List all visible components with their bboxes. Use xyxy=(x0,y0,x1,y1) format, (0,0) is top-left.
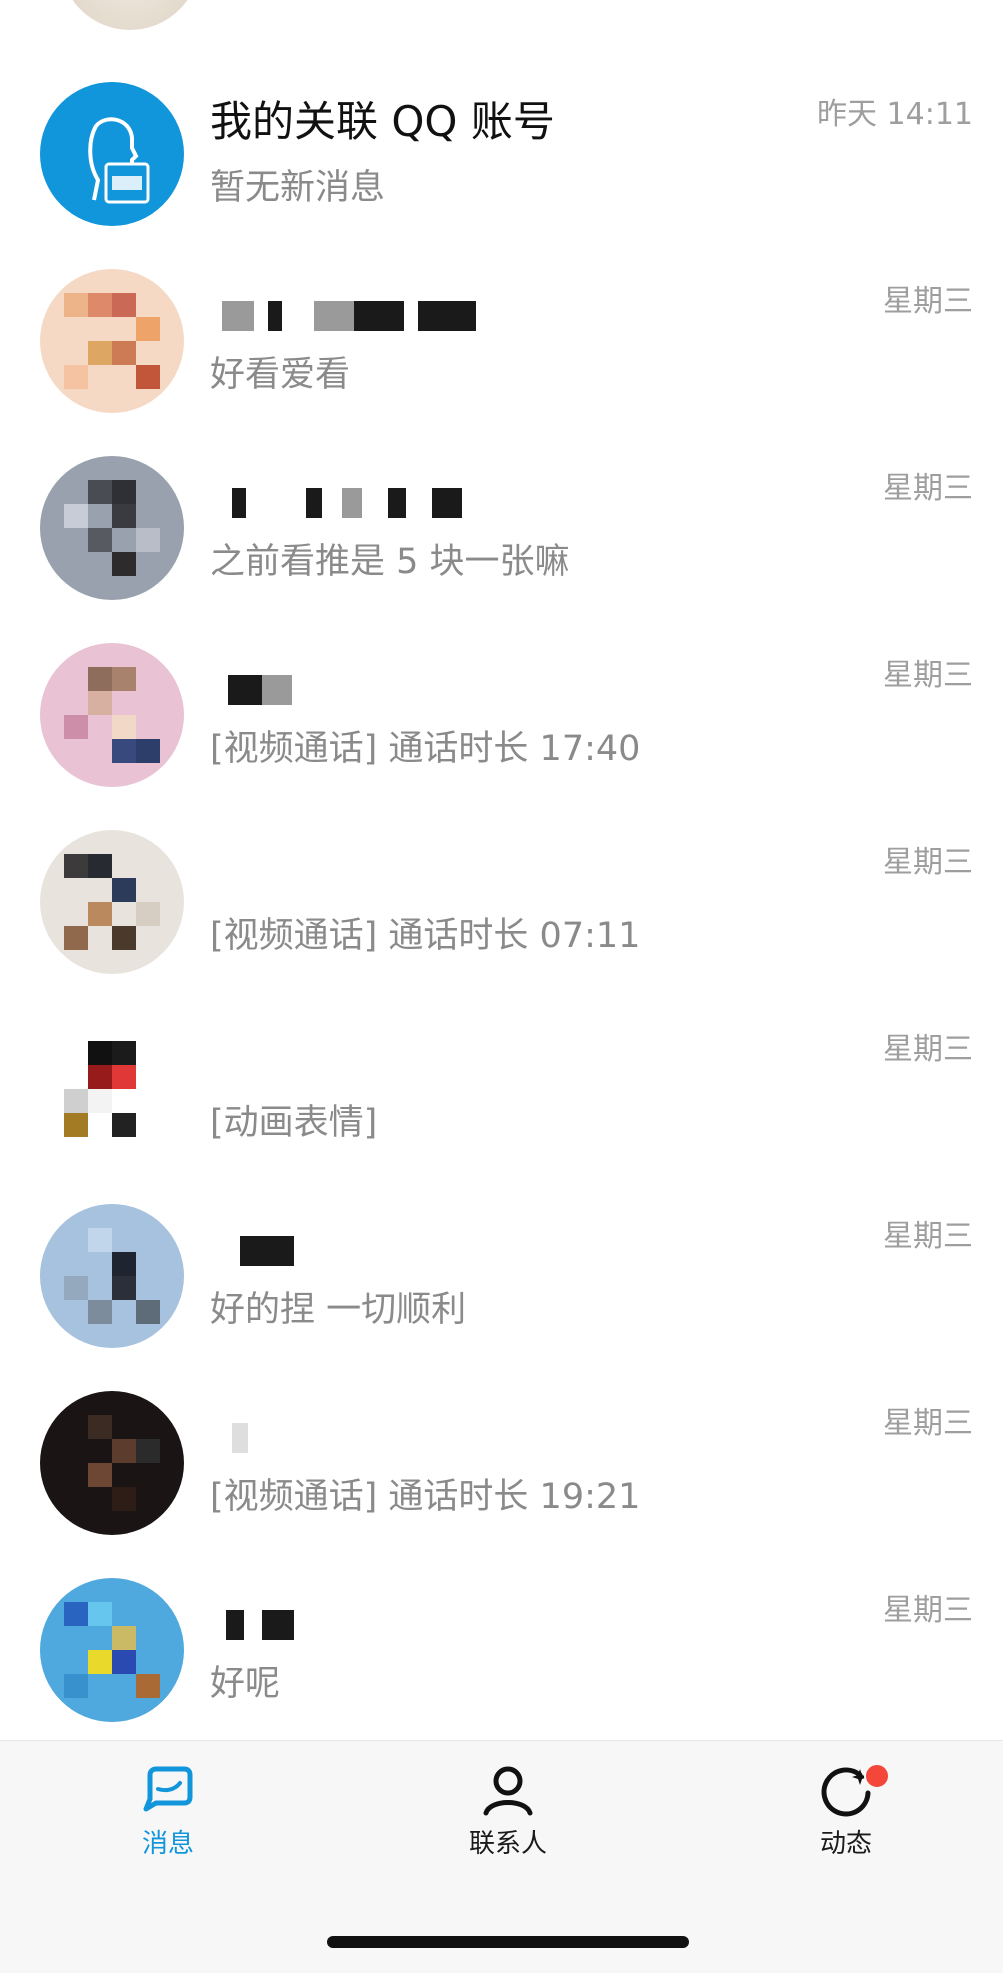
avatar xyxy=(40,1017,184,1161)
chat-preview: [视频通话] 通话时长 17:40 xyxy=(210,729,641,769)
chat-row[interactable]: 好看爱看 星期三 xyxy=(0,249,1003,436)
chat-row[interactable]: 好呢 星期三 xyxy=(0,1558,1003,1745)
chat-preview: [视频通话] 通话时长 19:21 xyxy=(210,1477,641,1517)
chat-row[interactable]: 好的捏 一切顺利 星期三 xyxy=(0,1184,1003,1371)
chat-name: 我的关联 QQ 账号 xyxy=(210,97,555,146)
chat-preview: 好看爱看 xyxy=(210,355,351,395)
avatar xyxy=(40,269,184,413)
avatar xyxy=(40,643,184,787)
qq-account-avatar xyxy=(40,82,184,226)
chat-row-linked-qq[interactable]: 我的关联 QQ 账号 暂无新消息 昨天 14:11 xyxy=(0,62,1003,249)
avatar xyxy=(40,1578,184,1722)
chat-list: 我的关联 QQ 账号 暂无新消息 昨天 14:11 好看爱看 星期三 之前看推是… xyxy=(0,62,1003,1745)
tab-contacts[interactable]: 联系人 xyxy=(408,1761,608,1881)
previous-chat-partial[interactable] xyxy=(0,0,1003,30)
chat-preview: [视频通话] 通话时长 07:11 xyxy=(210,916,641,956)
chat-preview: 暂无新消息 xyxy=(210,168,386,208)
avatar xyxy=(40,830,184,974)
chat-time: 星期三 xyxy=(883,1219,973,1254)
qq-person-icon xyxy=(88,117,150,204)
chat-time: 星期三 xyxy=(883,284,973,319)
chat-preview: 好的捏 一切顺利 xyxy=(210,1290,467,1330)
avatar xyxy=(40,1204,184,1348)
chat-bubble-icon xyxy=(143,1766,193,1812)
tab-label: 动态 xyxy=(819,1829,872,1859)
chat-row[interactable]: [动画表情] 星期三 xyxy=(0,997,1003,1184)
chat-time: 星期三 xyxy=(883,845,973,880)
chat-time: 星期三 xyxy=(883,1406,973,1441)
tab-moments[interactable]: 动态 xyxy=(746,1761,946,1881)
chat-row[interactable]: [视频通话] 通话时长 17:40 星期三 xyxy=(0,623,1003,810)
avatar xyxy=(60,0,200,30)
chat-time: 星期三 xyxy=(883,471,973,506)
chat-preview: 之前看推是 5 块一张嘛 xyxy=(210,542,570,582)
new-activity-badge xyxy=(864,1763,890,1789)
chat-row[interactable]: 之前看推是 5 块一张嘛 星期三 xyxy=(0,436,1003,623)
chat-preview: 好呢 xyxy=(210,1664,281,1704)
home-indicator[interactable] xyxy=(327,1936,689,1948)
chat-preview: [动画表情] xyxy=(210,1103,378,1143)
person-icon xyxy=(483,1766,533,1816)
tab-label: 消息 xyxy=(141,1829,194,1859)
chat-row[interactable]: [视频通话] 通话时长 19:21 星期三 xyxy=(0,1371,1003,1558)
avatar xyxy=(40,456,184,600)
chat-time: 星期三 xyxy=(883,1032,973,1067)
chat-row[interactable]: [视频通话] 通话时长 07:11 星期三 xyxy=(0,810,1003,997)
avatar xyxy=(40,1391,184,1535)
chat-time: 星期三 xyxy=(883,658,973,693)
tab-messages[interactable]: 消息 xyxy=(68,1761,268,1881)
tab-label: 联系人 xyxy=(468,1829,547,1859)
chat-time: 星期三 xyxy=(883,1593,973,1628)
chat-time: 昨天 14:11 xyxy=(817,97,973,132)
